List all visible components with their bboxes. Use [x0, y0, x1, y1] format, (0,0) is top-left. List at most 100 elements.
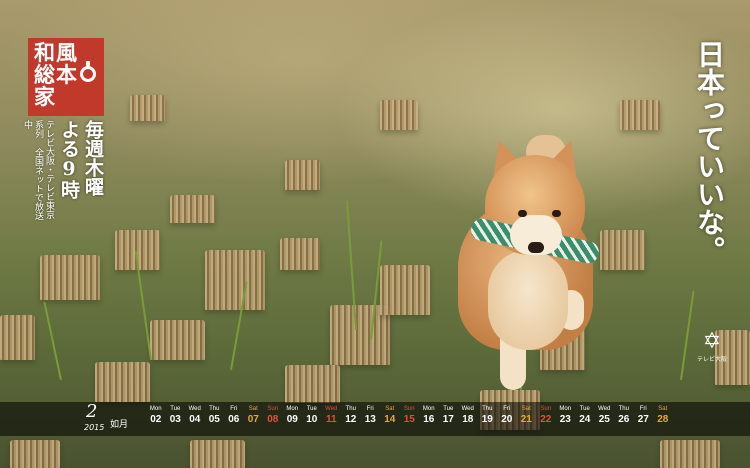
rice-stubble	[380, 100, 418, 130]
calendar-day-of-week: Sat	[658, 406, 668, 412]
calendar-day-of-week: Tue	[170, 406, 181, 412]
calendar-day-of-week: Tue	[306, 406, 317, 412]
calendar-date: 02	[150, 414, 162, 425]
tagline: 日本っていいな。	[693, 40, 726, 264]
calendar-day-of-week: Sat	[385, 406, 395, 412]
calendar-date: 08	[267, 414, 279, 425]
grass-blade	[680, 290, 695, 381]
calendar-day-of-week: Fri	[503, 406, 511, 412]
calendar-day: Tue 17	[439, 405, 459, 433]
calendar-date: 05	[208, 414, 220, 425]
calendar-day: Tue 10	[302, 405, 322, 433]
calendar-day-of-week: Wed	[188, 406, 201, 412]
calendar-day: Wed 25	[595, 405, 615, 433]
calendar-date: 18	[462, 414, 474, 425]
calendar-day: Sat 07	[244, 405, 264, 433]
calendar-day: Mon 16	[419, 405, 439, 433]
calendar-year: 2015	[84, 423, 105, 432]
calendar-day-of-week: Thu	[618, 406, 629, 412]
rice-stubble	[150, 320, 205, 360]
calendar-month: 2	[86, 401, 98, 422]
calendar-day-of-week: Fri	[230, 406, 238, 412]
rice-stubble	[620, 100, 660, 130]
logo-line1: 和風	[34, 40, 78, 65]
calendar-date: 07	[247, 414, 259, 425]
calendar-date: 25	[598, 414, 610, 425]
calendar-day: Sun 22	[536, 405, 556, 433]
calendar-month-name: 如月	[110, 420, 129, 430]
calendar-day-of-week: Mon	[422, 406, 435, 412]
rice-stubble	[130, 95, 165, 121]
shiba-puppy	[440, 130, 610, 390]
rice-stubble	[40, 255, 100, 300]
calendar-day: Sat 28	[653, 405, 673, 433]
calendar-days: Mon 02 Tue 03 Wed 04 Thu 05 Fri 06 Sat 07 Sun 08 Mon 09…	[146, 405, 676, 433]
rice-stubble	[95, 362, 150, 402]
rice-stubble	[285, 365, 340, 403]
calendar-date: 10	[306, 414, 318, 425]
calendar-day: Fri 20	[497, 405, 517, 433]
calendar-date: 09	[286, 414, 298, 425]
calendar-day: Thu 19	[478, 405, 498, 433]
calendar-day-of-week: Sun	[540, 406, 552, 412]
calendar-date: 16	[423, 414, 435, 425]
calendar-day-of-week: Thu	[345, 406, 356, 412]
calendar-date: 28	[657, 414, 669, 425]
calendar-day: Wed 18	[458, 405, 478, 433]
calendar-date: 06	[228, 414, 240, 425]
calendar-date: 14	[384, 414, 396, 425]
logo-line2: 総本家	[34, 62, 78, 109]
calendar-day: Mon 23	[556, 405, 576, 433]
calendar-date: 20	[501, 414, 513, 425]
calendar-date: 21	[520, 414, 532, 425]
calendar-day: Sat 14	[380, 405, 400, 433]
calendar-day-of-week: Mon	[559, 406, 572, 412]
calendar-date: 11	[325, 414, 337, 425]
calendar-day: Wed 04	[185, 405, 205, 433]
calendar-day: Tue 03	[166, 405, 186, 433]
calendar-day: Thu 26	[614, 405, 634, 433]
calendar-date: 04	[189, 414, 201, 425]
rice-stubble	[380, 265, 430, 315]
rice-stubble	[280, 238, 320, 270]
calendar-day-of-week: Mon	[149, 406, 162, 412]
calendar-date: 15	[403, 414, 415, 425]
rice-stubble	[170, 195, 215, 223]
calendar-day: Sun 08	[263, 405, 283, 433]
calendar-date: 22	[540, 414, 552, 425]
calendar-day: Sun 15	[400, 405, 420, 433]
broadcaster-logo: ✡ テレビ大阪	[694, 330, 730, 370]
calendar-day-of-week: Thu	[209, 406, 220, 412]
broadcast-schedule: 毎週木曜 よる9時	[58, 120, 104, 199]
calendar-date: 13	[364, 414, 376, 425]
rice-stubble	[0, 315, 35, 360]
calendar-day-of-week: Mon	[286, 406, 299, 412]
rice-stubble	[205, 250, 265, 310]
rice-field-photo	[0, 0, 750, 468]
rice-stubble	[10, 440, 60, 468]
calendar-day-of-week: Sat	[248, 406, 258, 412]
calendar-day: Fri 27	[634, 405, 654, 433]
calendar-day: Wed 11	[322, 405, 342, 433]
calendar-day-of-week: Tue	[443, 406, 454, 412]
calendar-day-of-week: Thu	[482, 406, 493, 412]
calendar-day: Thu 12	[341, 405, 361, 433]
calendar-day-of-week: Sun	[403, 406, 415, 412]
calendar-day-of-week: Wed	[325, 406, 338, 412]
calendar-date: 27	[637, 414, 649, 425]
calendar-day: Tue 24	[575, 405, 595, 433]
calendar-day-of-week: Sat	[521, 406, 531, 412]
calendar-day: Mon 09	[283, 405, 303, 433]
calendar-day: Fri 06	[224, 405, 244, 433]
program-logo: 和風 総本家	[28, 38, 104, 116]
grass-blade	[43, 301, 62, 381]
calendar-date: 03	[169, 414, 181, 425]
calendar-day: Thu 05	[205, 405, 225, 433]
calendar-day-of-week: Wed	[461, 406, 474, 412]
tv-osaka-logo-icon: ✡	[702, 329, 722, 354]
rice-stubble	[190, 440, 245, 468]
calendar-date: 26	[618, 414, 630, 425]
calendar-date: 12	[345, 414, 357, 425]
calendar-date: 23	[559, 414, 571, 425]
calendar-date: 17	[442, 414, 454, 425]
